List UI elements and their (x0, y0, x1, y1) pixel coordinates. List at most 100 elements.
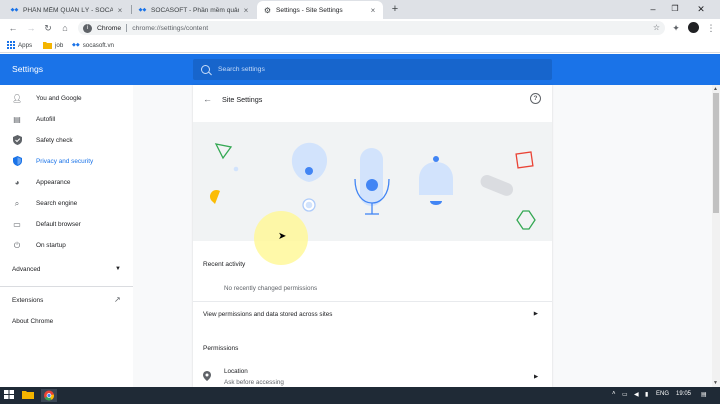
browser-icon: ▭ (13, 220, 21, 229)
restore-button[interactable]: ❐ (664, 0, 686, 19)
mouse-cursor-icon: ➤ (278, 231, 287, 242)
row-divider (193, 301, 552, 302)
new-tab-button[interactable]: + (389, 3, 401, 15)
taskbar-language[interactable]: ENG (656, 391, 669, 397)
sidebar-item-label: Default browser (36, 221, 81, 228)
star-icon[interactable]: ☆ (653, 21, 660, 35)
tab-site-settings[interactable]: ⚙ Settings - Site Settings × (257, 1, 383, 19)
open-in-new-icon[interactable]: ↗ (114, 295, 121, 304)
close-icon[interactable]: × (369, 6, 377, 15)
bookmark-job[interactable]: job (43, 40, 63, 50)
sidebar-advanced[interactable]: Advanced (12, 266, 40, 273)
scroll-up-icon[interactable]: ▲ (713, 86, 718, 92)
sidebar-item-safety-check[interactable]: Safety check (0, 130, 133, 151)
avatar[interactable] (688, 22, 699, 33)
back-arrow-icon[interactable]: ← (203, 94, 212, 104)
sidebar-item-label: Autofill (36, 116, 56, 123)
apps-grid-icon (7, 41, 15, 49)
sidebar-item-search-engine[interactable]: ⌕ Search engine (0, 193, 133, 214)
help-icon[interactable]: ? (530, 93, 541, 104)
tray-chevron-icon[interactable]: ˄ (612, 391, 616, 397)
site-settings-card: ← Site Settings ? Recent activity No rec… (193, 85, 552, 387)
sidebar-item-autofill[interactable]: ▤ Autofill (0, 109, 133, 130)
yellow-shape (209, 189, 220, 204)
search-icon (201, 65, 210, 74)
location-pin-icon (203, 371, 211, 383)
chrome-taskbar-icon[interactable] (41, 389, 57, 402)
gear-icon: ⚙ (263, 5, 272, 15)
bookmark-socasoft[interactable]: ◆◆ socasoft.vn (72, 40, 114, 50)
windows-taskbar: ˄ ▭ ◀ ▮ ENG 19:05 ▤ (0, 387, 720, 404)
site-favicon: ◆◆ (72, 42, 80, 48)
folder-icon (43, 42, 52, 49)
notifications-icon[interactable]: ▤ (701, 391, 707, 398)
omnibox-scheme: Chrome (97, 24, 122, 32)
shield-check-icon (12, 134, 22, 147)
scrollbar-thumb[interactable] (713, 93, 719, 213)
arrow-right-icon: ▶ (533, 311, 538, 317)
home-button[interactable]: ⌂ (58, 21, 72, 35)
sidebar-item-on-startup[interactable]: ⏻ On startup (0, 235, 133, 256)
sidebar-item-label: Search engine (36, 200, 78, 207)
tab-socaso-1[interactable]: ◆◆ PHẦN MỀM QUẢN LÝ - SOCASO × (4, 1, 130, 19)
omnibox-url: chrome://settings/content (132, 24, 209, 32)
settings-header: Settings (0, 54, 720, 85)
address-bar[interactable]: i Chrome chrome://settings/content ☆ (78, 21, 665, 35)
extensions-puzzle-icon[interactable]: ✦ (669, 21, 683, 35)
location-dot (305, 167, 313, 175)
bookmark-label: socasoft.vn (82, 41, 115, 49)
scroll-down-icon[interactable]: ▼ (713, 380, 718, 386)
sidebar-item-you-and-google[interactable]: 👤︎ You and Google (0, 88, 133, 109)
menu-kebab-icon[interactable]: ⋮ (704, 21, 718, 35)
tab-strip: ◆◆ PHẦN MỀM QUẢN LÝ - SOCASO × ◆◆ SOCASO… (0, 0, 720, 19)
file-explorer-icon[interactable] (22, 389, 36, 402)
sidebar-extensions[interactable]: Extensions (12, 297, 43, 304)
reload-button[interactable]: ↻ (41, 21, 55, 35)
sidebar-item-label: Appearance (36, 179, 71, 186)
sidebar-item-appearance[interactable]: ◕ Appearance (0, 172, 133, 193)
close-icon[interactable]: × (116, 6, 124, 15)
tab-socasoft[interactable]: ◆◆ SOCASOFT - Phần mềm quản lý × (132, 1, 256, 19)
bookmarks-bar: Apps job ◆◆ socasoft.vn (0, 37, 720, 53)
bell-clapper (430, 201, 442, 205)
microphone-dot (366, 179, 378, 191)
close-icon[interactable]: × (242, 6, 250, 15)
power-icon: ⏻ (13, 240, 21, 250)
sidebar-about-chrome[interactable]: About Chrome (12, 318, 53, 325)
square-shape (515, 151, 534, 169)
clipboard-icon: ▤ (13, 115, 21, 124)
search-input[interactable] (218, 66, 518, 73)
network-icon[interactable]: ▭ (622, 391, 628, 398)
forward-button[interactable]: → (24, 21, 38, 35)
location-title[interactable]: Location (224, 368, 248, 375)
site-favicon: ◆◆ (138, 7, 147, 13)
battery-icon[interactable]: ▮ (645, 391, 648, 398)
dot-shape (233, 166, 239, 172)
location-subtitle: Ask before accessing (224, 379, 284, 386)
palette-icon: ◕ (14, 178, 20, 187)
site-settings-banner (193, 122, 552, 241)
view-permissions-row[interactable]: View permissions and data stored across … (193, 303, 552, 325)
sidebar-item-default-browser[interactable]: ▭ Default browser (0, 214, 133, 235)
sidebar-item-privacy-and-security[interactable]: Privacy and security (0, 151, 133, 172)
chevron-down-icon[interactable]: ▼ (115, 266, 121, 272)
site-settings-title: Site Settings (222, 95, 263, 104)
minimize-button[interactable]: – (642, 0, 664, 19)
back-button[interactable]: ← (6, 21, 20, 35)
arrow-right-icon[interactable]: ▶ (534, 374, 538, 380)
bookmark-apps[interactable]: Apps (7, 40, 32, 50)
close-window-button[interactable]: ✕ (690, 0, 712, 19)
browser-toolbar: ← → ↻ ⌂ i Chrome chrome://settings/conte… (0, 19, 720, 37)
volume-icon[interactable]: ◀ (634, 391, 639, 398)
info-icon[interactable]: i (83, 23, 92, 33)
omnibox-divider (126, 24, 128, 32)
illustration (209, 142, 536, 230)
screen: ◆◆ PHẦN MỀM QUẢN LÝ - SOCASO × ◆◆ SOCASO… (0, 0, 720, 404)
pill-shape (480, 175, 514, 196)
settings-search[interactable] (193, 59, 552, 80)
page-scrollbar[interactable]: ▲ ▼ (712, 85, 720, 387)
taskbar-clock[interactable]: 19:05 (676, 391, 691, 397)
tab-title: Settings - Site Settings (276, 6, 343, 14)
windows-start-icon[interactable] (3, 389, 17, 402)
page-title: Settings (12, 64, 44, 74)
